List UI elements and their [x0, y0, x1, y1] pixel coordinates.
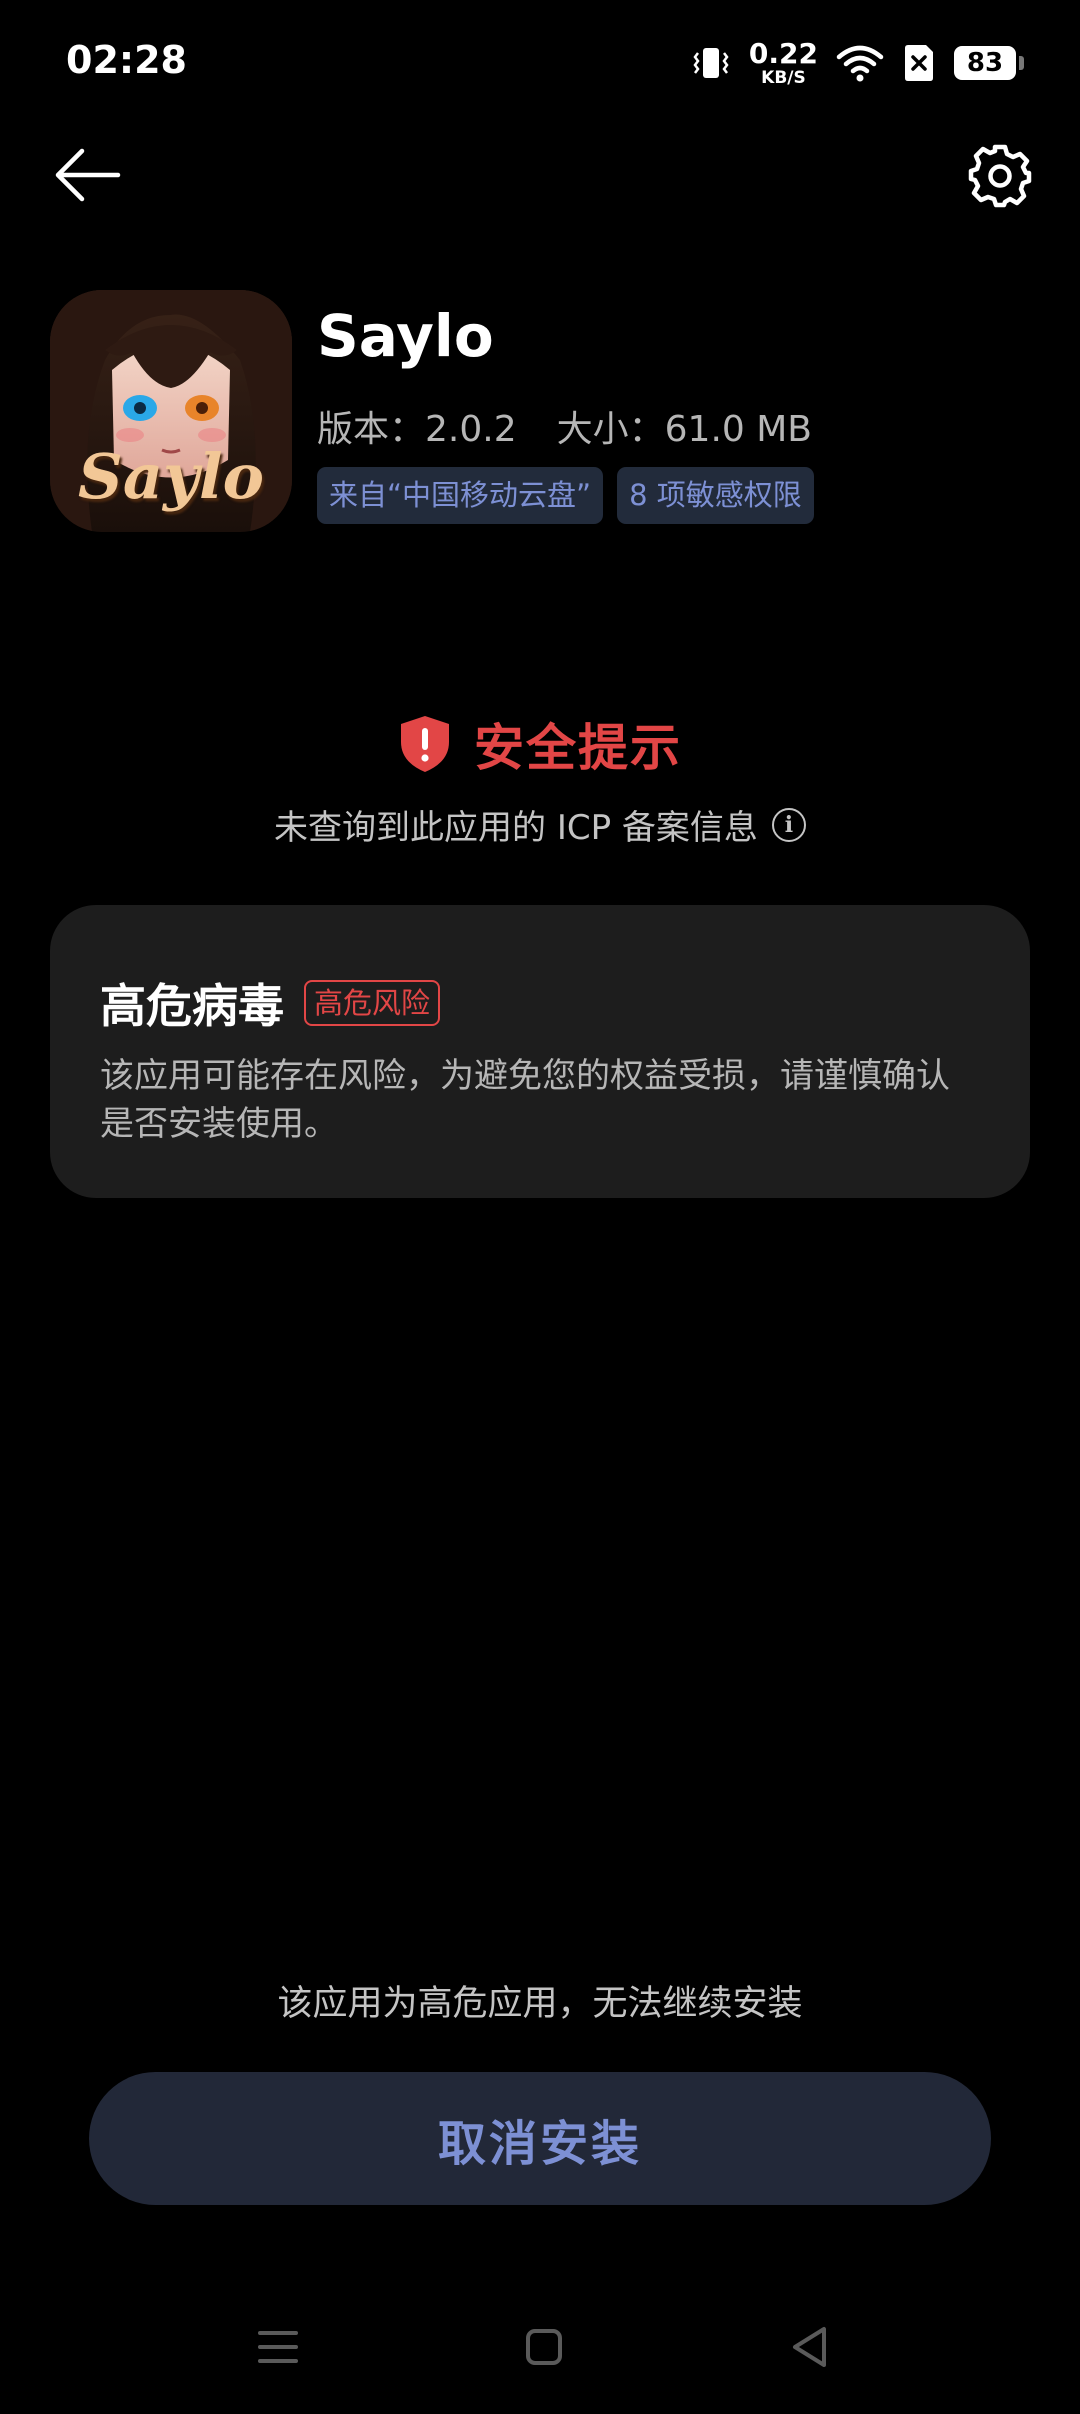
app-version: 版本：2.0.2 — [317, 400, 517, 452]
menu-icon — [258, 2331, 298, 2363]
network-speed-value: 0.22 — [748, 36, 818, 70]
home-square-icon — [526, 2329, 562, 2365]
risk-description: 该应用可能存在风险，为避免您的权益受损，请谨慎确认是否安装使用。 — [100, 1056, 950, 1144]
info-icon[interactable]: i — [771, 807, 806, 842]
size-value: 61.0 MB — [664, 409, 812, 450]
version-label: 版本： — [317, 409, 426, 450]
risk-badge: 高危风险 — [304, 980, 441, 1026]
cancel-install-button[interactable]: 取消安装 — [89, 2072, 991, 2205]
source-tag[interactable]: 来自“中国移动云盘” — [317, 467, 604, 524]
app-name: Saylo — [317, 302, 494, 370]
version-value: 2.0.2 — [425, 409, 517, 450]
nav-recents-button[interactable] — [243, 2312, 313, 2382]
app-icon: Saylo — [50, 290, 292, 532]
system-nav-bar — [0, 2312, 1080, 2382]
app-size: 大小：61.0 MB — [557, 400, 812, 452]
security-title: 安全提示 — [474, 719, 682, 777]
shield-alert-icon — [401, 716, 449, 772]
security-header: 安全提示 — [0, 708, 1080, 780]
settings-button[interactable] — [960, 136, 1040, 216]
size-label: 大小： — [556, 409, 665, 450]
risk-title: 高危病毒 — [100, 979, 284, 1033]
status-time: 02:28 — [66, 38, 187, 82]
gear-icon — [968, 144, 1032, 208]
security-subtitle: 未查询到此应用的 ICP 备案信息 — [274, 808, 758, 848]
status-icons: 0.22 KB/S 83 — [691, 36, 1024, 88]
app-tags: 来自“中国移动云盘” 8 项敏感权限 — [317, 467, 814, 524]
security-subtitle-row: 未查询到此应用的 ICP 备案信息 i — [0, 800, 1080, 849]
back-triangle-icon — [793, 2327, 826, 2367]
arrow-left-icon — [55, 148, 121, 202]
risk-title-row: 高危病毒 高危风险 — [100, 970, 980, 1036]
battery-indicator: 83 — [954, 46, 1024, 80]
nav-home-button[interactable] — [509, 2312, 579, 2382]
app-icon-logo-text: Saylo — [78, 440, 264, 513]
network-speed: 0.22 KB/S — [748, 36, 818, 88]
network-speed-unit: KB/S — [761, 67, 806, 88]
back-button[interactable] — [44, 140, 130, 210]
permissions-tag[interactable]: 8 项敏感权限 — [617, 467, 814, 524]
app-meta: 版本：2.0.2 大小：61.0 MB — [317, 400, 812, 452]
install-blocked-note: 该应用为高危应用，无法继续安装 — [277, 1984, 803, 2024]
wifi-icon — [836, 45, 884, 82]
vibrate-icon — [693, 48, 729, 78]
nav-back-button[interactable] — [775, 2312, 845, 2382]
risk-card: 高危病毒 高危风险 该应用可能存在风险，为避免您的权益受损，请谨慎确认是否安装使… — [50, 905, 1030, 1198]
sim-disabled-icon — [905, 45, 933, 81]
